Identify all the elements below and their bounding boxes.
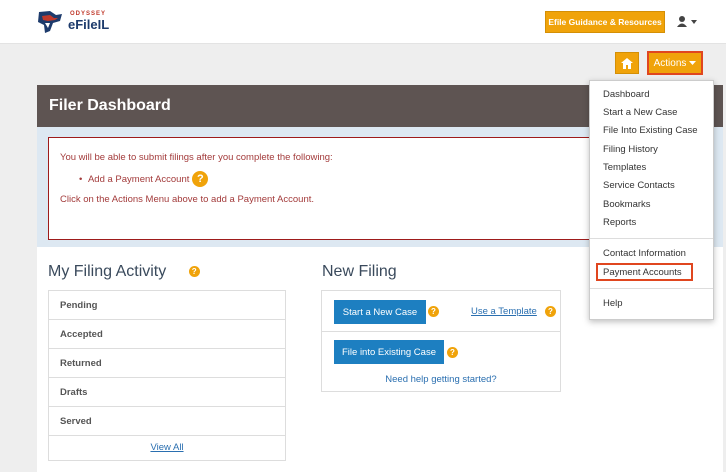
menu-item-dashboard[interactable]: Dashboard [603,89,649,100]
filing-activity-title: My Filing Activity [48,263,167,280]
activity-drafts[interactable]: Drafts [49,378,285,407]
user-menu-button[interactable] [676,14,698,30]
new-filing-title: New Filing [322,263,397,280]
menu-item-contact-information[interactable]: Contact Information [603,248,686,259]
filing-activity-list: Pending Accepted Returned Drafts Served … [48,290,286,461]
menu-item-reports[interactable]: Reports [603,217,636,228]
home-icon [621,57,633,69]
notice-line-3: Click on the Actions Menu above to add a… [60,194,315,205]
menu-item-service-contacts[interactable]: Service Contacts [603,180,675,191]
help-icon[interactable]: ? [188,266,200,278]
efile-guidance-button[interactable]: Efile Guidance & Resources [545,11,665,33]
notice-line-1: You will be able to submit filings after… [60,152,333,163]
menu-item-start-new-case[interactable]: Start a New Case [603,107,677,118]
menu-item-help[interactable]: Help [603,298,623,309]
menu-item-bookmarks[interactable]: Bookmarks [603,199,651,210]
home-button[interactable] [615,52,639,74]
notice-bullet: • Add a Payment Account ? [79,171,209,187]
top-navbar: ODYSSEY eFileIL Efile Guidance & Resourc… [0,0,726,44]
view-all-link[interactable]: View All [150,442,183,453]
caret-down-icon [689,60,697,65]
help-icon[interactable]: ? [447,347,458,358]
menu-item-filing-history[interactable]: Filing History [603,144,658,155]
help-icon[interactable]: ? [545,306,556,317]
activity-returned[interactable]: Returned [49,349,285,378]
activity-served[interactable]: Served [49,407,285,436]
divider [322,331,560,332]
menu-divider [590,288,713,289]
actions-menu-button[interactable]: Actions [647,51,703,75]
payment-notice: You will be able to submit filings after… [48,137,618,240]
file-existing-case-button[interactable]: File into Existing Case [334,340,444,364]
actions-dropdown-menu: Dashboard Start a New Case File Into Exi… [589,80,714,320]
activity-accepted[interactable]: Accepted [49,320,285,349]
menu-item-payment-accounts[interactable]: Payment Accounts [603,267,682,278]
actions-label: Actions [653,57,687,69]
use-template-link[interactable]: Use a Template [471,306,537,317]
user-icon [677,16,697,27]
illinois-flag-icon [38,11,62,33]
help-icon[interactable]: ? [192,171,209,187]
menu-item-templates[interactable]: Templates [603,162,646,173]
activity-pending[interactable]: Pending [49,291,285,320]
help-icon[interactable]: ? [428,306,439,317]
filing-activity-heading: My Filing Activity ? [48,263,200,281]
need-help-link[interactable]: Need help getting started? [322,374,560,385]
menu-item-file-into-existing[interactable]: File Into Existing Case [603,125,698,136]
menu-divider [590,238,713,239]
new-filing-box: Start a New Case ? Use a Template ? File… [321,290,561,392]
efileil-logo[interactable]: ODYSSEY eFileIL [36,9,146,35]
view-all-row: View All [49,436,285,460]
bullet-dot: • [79,173,85,185]
start-new-case-button[interactable]: Start a New Case [334,300,426,324]
add-payment-account-text: Add a Payment Account [87,173,190,185]
brand-name: eFileIL [68,17,110,32]
